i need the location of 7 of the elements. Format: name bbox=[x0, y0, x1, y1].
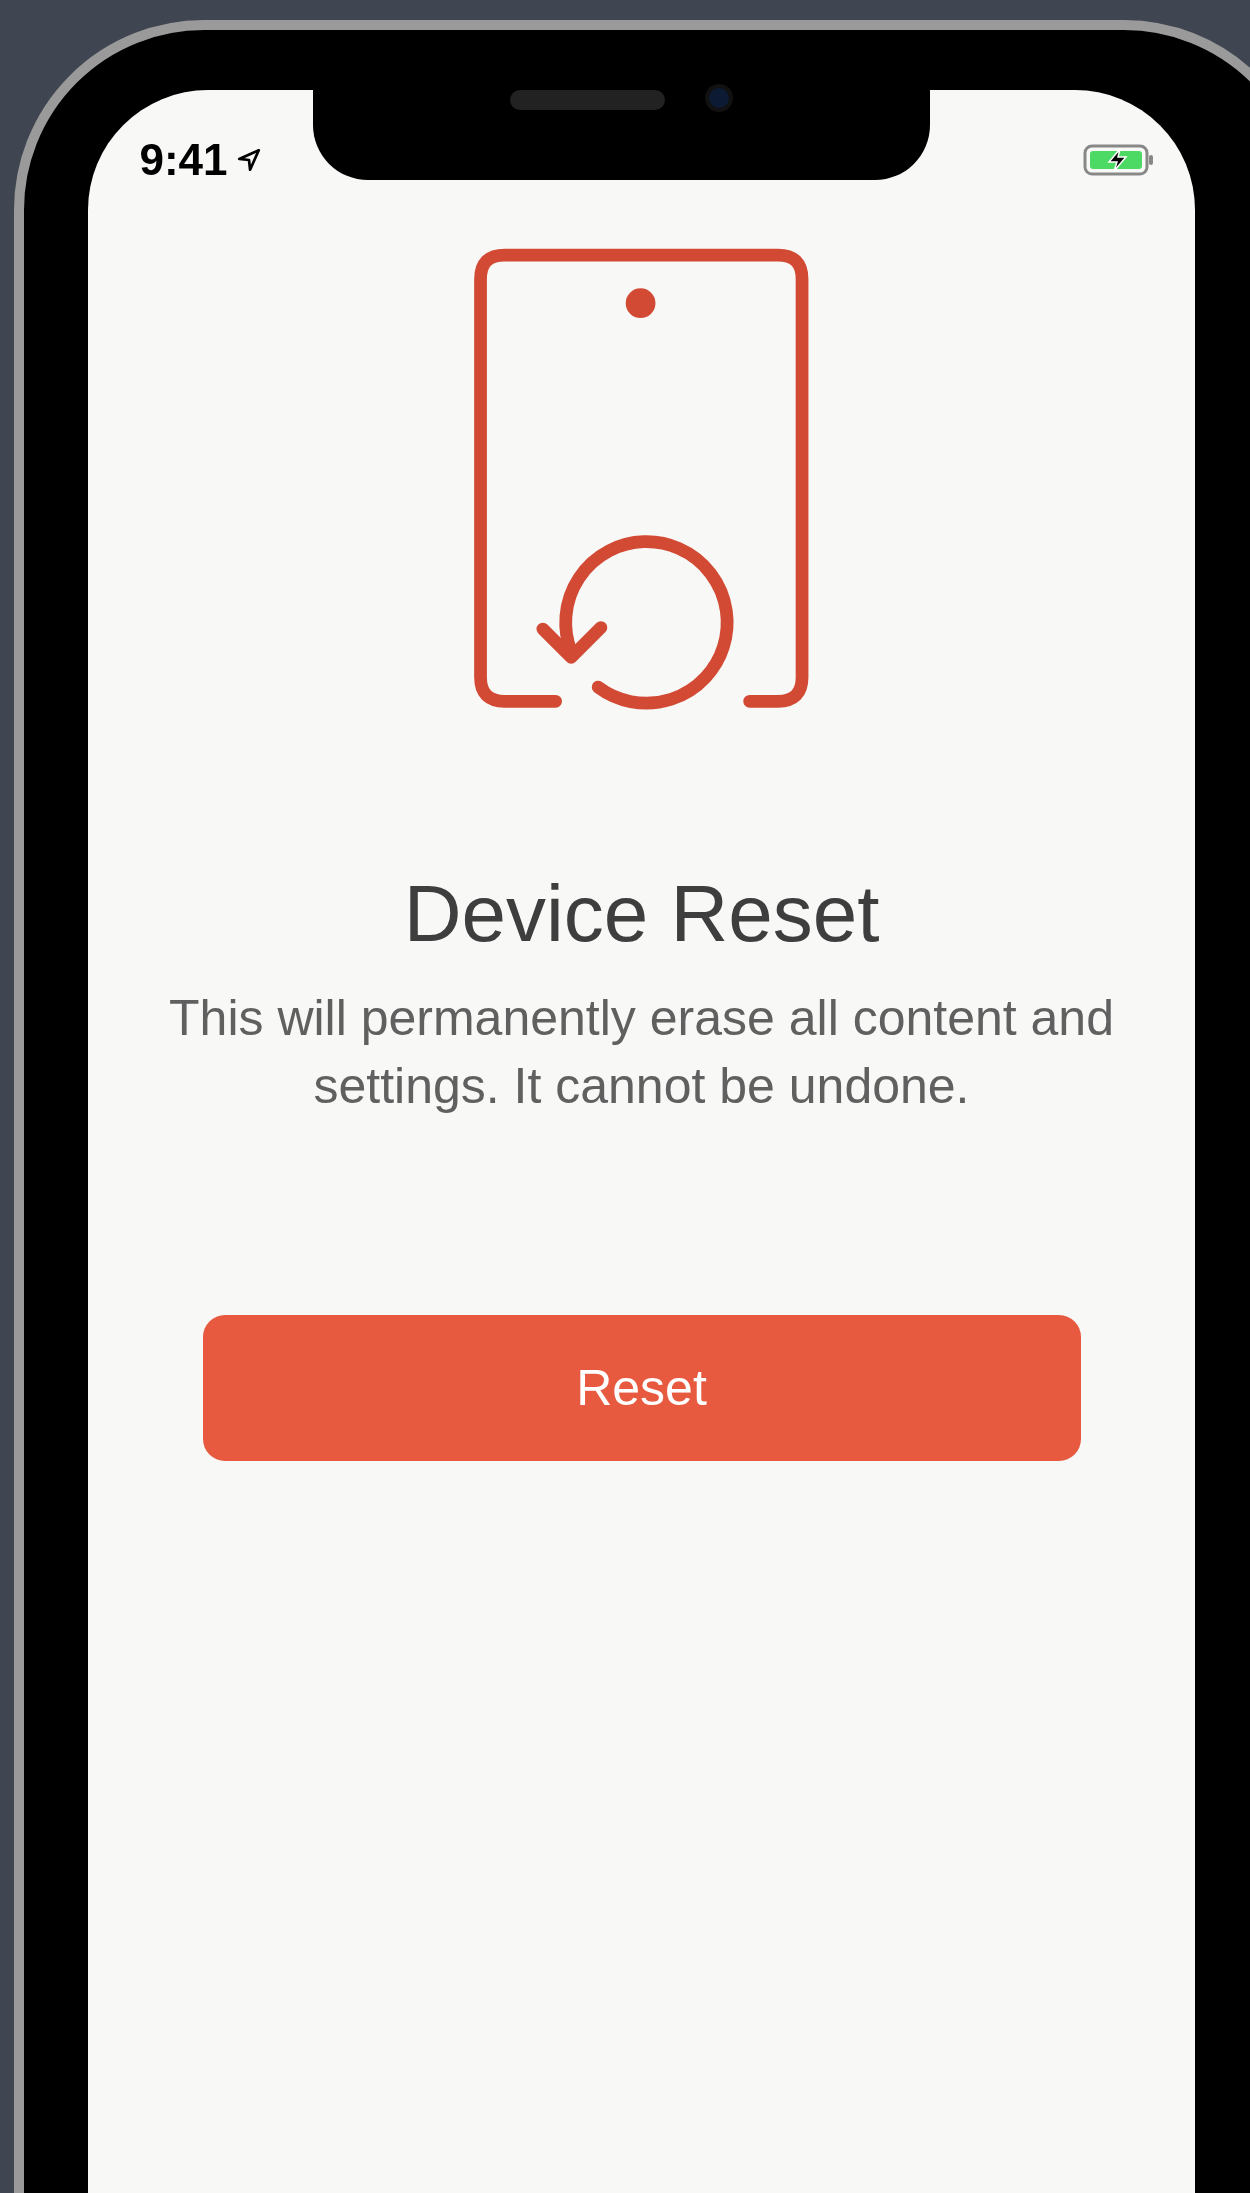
page-title: Device Reset bbox=[403, 874, 880, 954]
status-time: 9:41 bbox=[139, 138, 228, 182]
warning-message: This will permanently erase all content and settings. It cannot be undone. bbox=[168, 989, 1115, 1116]
location-arrow-icon bbox=[235, 147, 262, 173]
reset-button[interactable]: Reset bbox=[202, 1315, 1081, 1461]
camera-lens bbox=[705, 84, 733, 112]
battery-charging-icon bbox=[1083, 143, 1155, 177]
